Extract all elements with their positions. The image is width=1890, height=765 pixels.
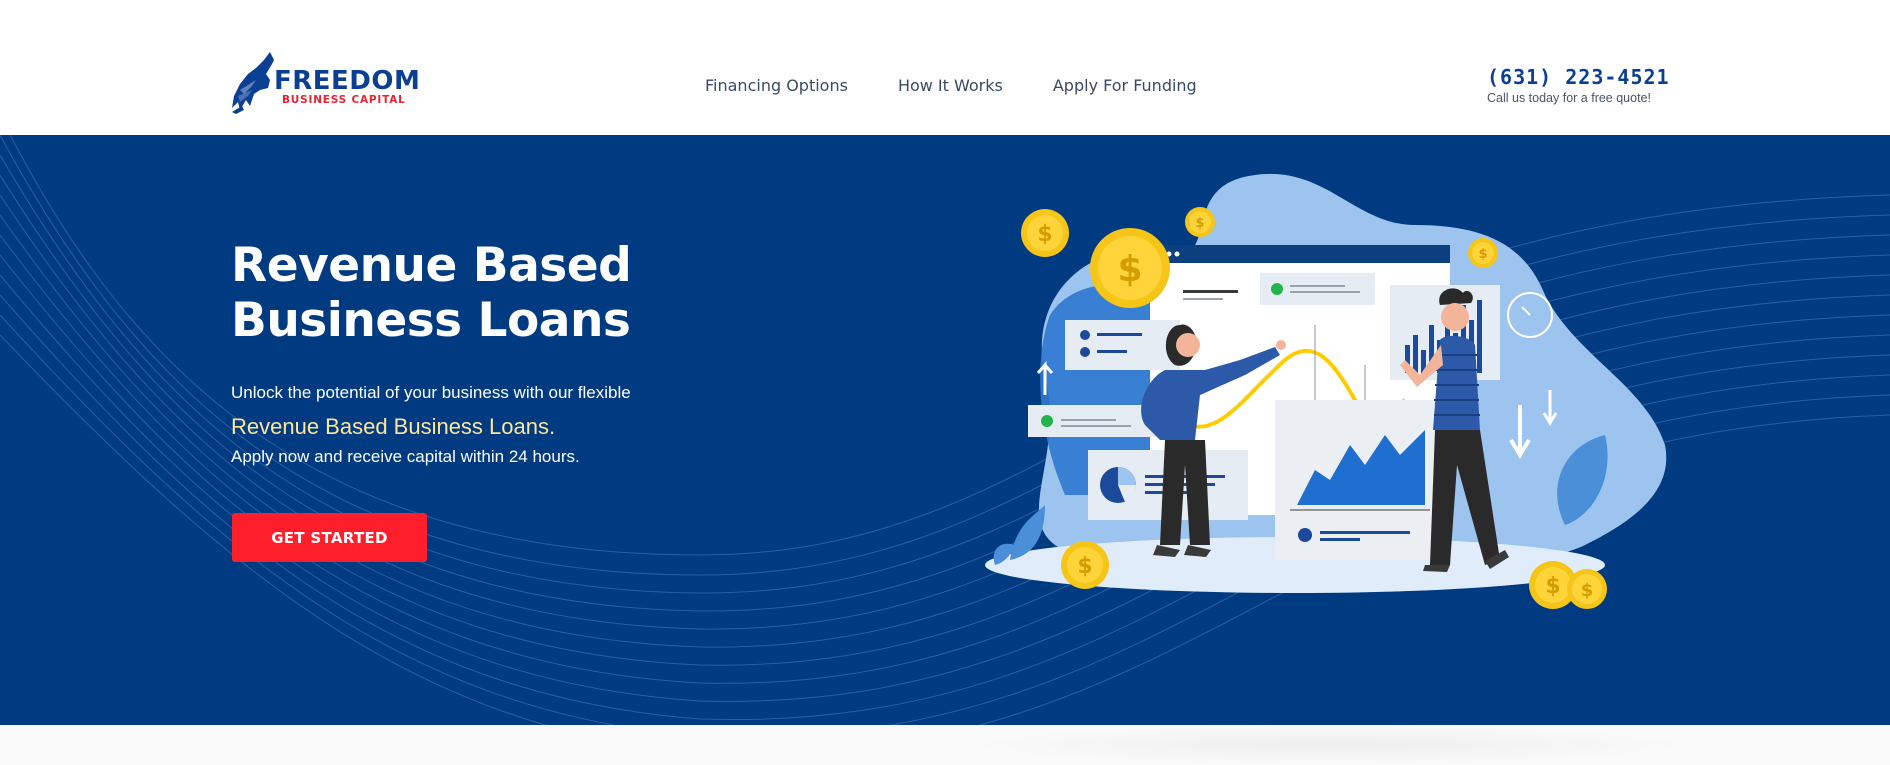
info-card-left [1065, 320, 1180, 370]
main-nav: Financing Options How It Works Apply For… [705, 76, 1197, 96]
hero-title-line-2: Business Loans [231, 293, 631, 348]
site-header: FREEDOM BUSINESS CAPITAL Financing Optio… [0, 0, 1890, 135]
brand-logo[interactable]: FREEDOM BUSINESS CAPITAL [230, 50, 420, 116]
svg-text:$: $ [1581, 580, 1594, 601]
svg-text:$: $ [1117, 249, 1142, 290]
phone-note: Call us today for a free quote! [1487, 91, 1651, 105]
brand-name: FREEDOM [274, 66, 421, 96]
get-started-button[interactable]: GET STARTED [232, 513, 427, 562]
svg-text:$: $ [1195, 216, 1204, 231]
hero-text-highlight: Revenue Based Business Loans. [231, 414, 556, 439]
svg-text:$: $ [1037, 222, 1052, 247]
below-fold-section [0, 725, 1890, 765]
hero-text-line-3: Apply now and receive capital within 24 … [231, 447, 580, 466]
brand-subtitle: BUSINESS CAPITAL [282, 94, 406, 106]
nav-item-apply-for-funding[interactable]: Apply For Funding [1053, 76, 1197, 96]
nav-item-how-it-works[interactable]: How It Works [898, 76, 1003, 96]
hero-title: Revenue Based Business Loans [231, 238, 791, 348]
hero-description: Unlock the potential of your business wi… [231, 382, 791, 468]
svg-text:$: $ [1545, 574, 1560, 599]
hero-section: Revenue Based Business Loans Unlock the … [0, 135, 1890, 725]
below-fold-shadow [960, 725, 1700, 765]
svg-text:$: $ [1478, 247, 1487, 262]
contact-block: (631) 223-4521 Call us today for a free … [1487, 66, 1687, 106]
finance-illustration: $ $ $ $ $ $ $ [985, 173, 1667, 609]
browser-titlebar [1150, 245, 1450, 263]
phone-link[interactable]: (631) 223-4521 [1487, 66, 1687, 88]
hero-text-line-1: Unlock the potential of your business wi… [231, 383, 631, 402]
nav-item-financing-options[interactable]: Financing Options [705, 76, 848, 96]
hero-title-line-1: Revenue Based [231, 238, 632, 293]
svg-text:$: $ [1077, 554, 1092, 579]
